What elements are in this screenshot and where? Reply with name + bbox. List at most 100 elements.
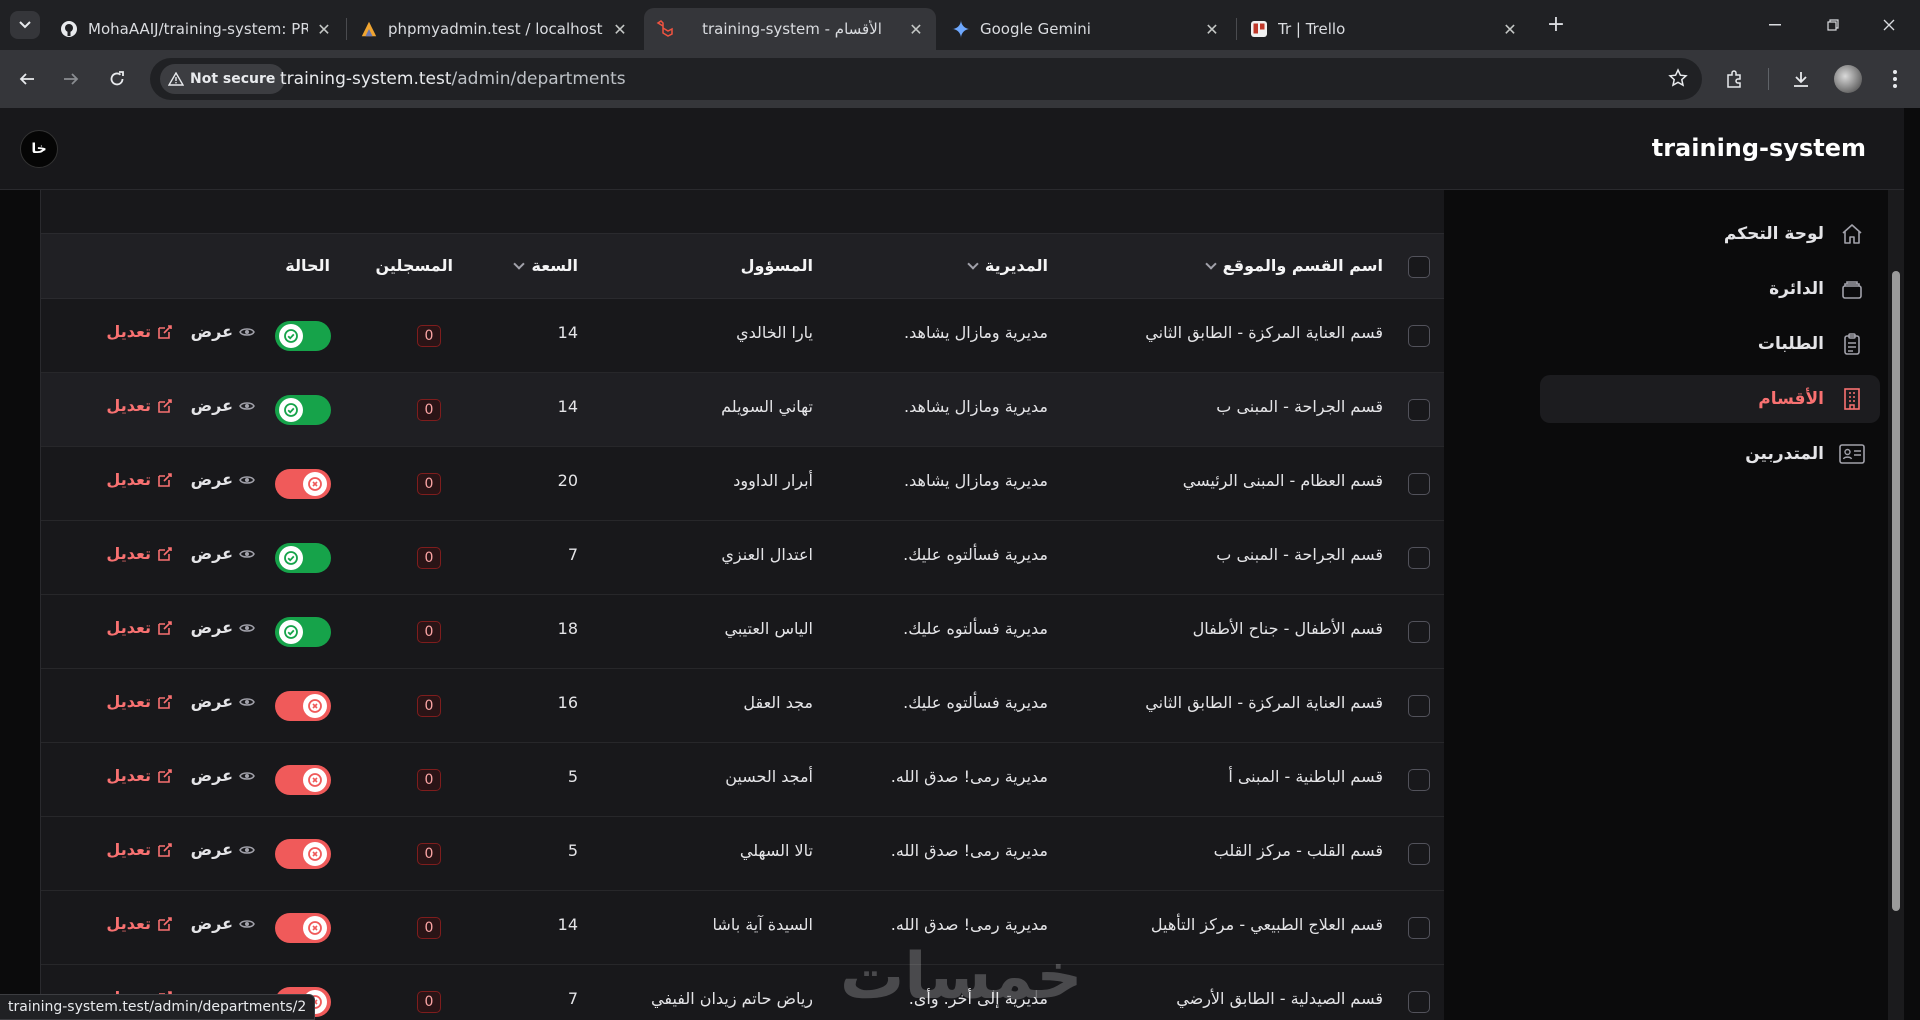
- view-label: عرض: [190, 544, 233, 563]
- view-label: عرض: [190, 914, 233, 933]
- browser-tab[interactable]: MohaAAIJ/training-system: PRO ✕: [48, 8, 344, 50]
- table-row[interactable]: قسم الباطنية - المبنى أ مديرية رمى! صدق …: [41, 743, 1461, 817]
- view-action[interactable]: عرض: [191, 322, 255, 341]
- edit-action[interactable]: تعديل: [106, 766, 173, 785]
- view-action[interactable]: عرض: [191, 914, 255, 933]
- select-all-checkbox[interactable]: [1408, 256, 1430, 278]
- cell-capacity: 14: [557, 915, 578, 934]
- back-button[interactable]: [12, 64, 42, 94]
- forward-button[interactable]: [56, 64, 86, 94]
- view-action[interactable]: عرض: [191, 470, 255, 489]
- status-toggle[interactable]: [275, 321, 331, 351]
- table-row[interactable]: قسم القلب - مركز القلب مديرية رمى! صدق ا…: [41, 817, 1461, 891]
- row-checkbox[interactable]: [1408, 769, 1430, 791]
- cell-capacity: 5: [567, 841, 578, 860]
- edit-action[interactable]: تعديل: [106, 840, 173, 859]
- table-row[interactable]: قسم الجراحة - المبنى ب مديرية ومازال يشا…: [41, 373, 1461, 447]
- sidebar-item-label: الأقسام: [1758, 389, 1824, 409]
- view-action[interactable]: عرض: [191, 692, 255, 711]
- status-toggle[interactable]: [275, 617, 331, 647]
- column-header-capacity[interactable]: السعة: [513, 256, 578, 275]
- app-brand[interactable]: training-system: [1652, 134, 1866, 162]
- status-toggle[interactable]: [275, 395, 331, 425]
- row-checkbox[interactable]: [1408, 547, 1430, 569]
- cell-capacity: 7: [567, 545, 578, 564]
- edit-action[interactable]: تعديل: [106, 544, 173, 563]
- status-toggle[interactable]: [275, 913, 331, 943]
- row-checkbox[interactable]: [1408, 473, 1430, 495]
- x-icon: [303, 472, 327, 496]
- column-header-directorate[interactable]: المديرية: [967, 256, 1048, 275]
- status-toggle[interactable]: [275, 543, 331, 573]
- kebab-menu-icon[interactable]: [1880, 64, 1910, 94]
- table-row[interactable]: قسم الأطفال - جناح الأطفال مديرية فسألتو…: [41, 595, 1461, 669]
- user-avatar[interactable]: خا: [20, 130, 58, 168]
- phpmyadmin-icon: [360, 20, 378, 38]
- edit-action[interactable]: تعديل: [106, 692, 173, 711]
- sidebar-item-trainees[interactable]: المتدربين: [1540, 430, 1880, 478]
- sidebar-item-departments[interactable]: الأقسام: [1540, 375, 1880, 423]
- table-row[interactable]: قسم العناية المركزة - الطابق الثاني مدير…: [41, 669, 1461, 743]
- row-checkbox[interactable]: [1408, 917, 1430, 939]
- column-header-name[interactable]: اسم القسم والموقع: [1204, 256, 1383, 275]
- view-action[interactable]: عرض: [191, 840, 255, 859]
- edit-label: تعديل: [106, 470, 151, 489]
- view-action[interactable]: عرض: [191, 766, 255, 785]
- edit-action[interactable]: تعديل: [106, 914, 173, 933]
- edit-icon: [158, 398, 172, 413]
- edit-action[interactable]: تعديل: [106, 396, 173, 415]
- row-checkbox[interactable]: [1408, 621, 1430, 643]
- row-checkbox[interactable]: [1408, 325, 1430, 347]
- row-checkbox[interactable]: [1408, 399, 1430, 421]
- row-checkbox[interactable]: [1408, 843, 1430, 865]
- sidebar-item-dashboard[interactable]: لوحة التحكم: [1540, 210, 1880, 258]
- url-text[interactable]: training-system.test/admin/departments: [280, 69, 626, 89]
- browser-tab[interactable]: phpmyadmin.test / localhost / t ✕: [348, 8, 640, 50]
- sidebar-item-requests[interactable]: الطلبات: [1540, 320, 1880, 368]
- close-icon[interactable]: ✕: [612, 20, 628, 39]
- status-toggle[interactable]: [275, 691, 331, 721]
- view-action[interactable]: عرض: [191, 618, 255, 637]
- extensions-icon[interactable]: [1720, 64, 1750, 94]
- table-row[interactable]: قسم الجراحة - المبنى ب مديرية فسألتوه عل…: [41, 521, 1461, 595]
- browser-tab[interactable]: Tr | Trello ✕: [1238, 8, 1530, 50]
- profile-avatar[interactable]: [1834, 65, 1862, 93]
- row-checkbox[interactable]: [1408, 695, 1430, 717]
- registered-count-badge: 0: [417, 695, 441, 717]
- page-scrollbar[interactable]: [1888, 108, 1904, 1020]
- edit-action[interactable]: تعديل: [106, 322, 173, 341]
- sidebar-item-directorate[interactable]: الدائرة: [1540, 265, 1880, 313]
- close-icon[interactable]: ✕: [908, 20, 924, 39]
- address-bar[interactable]: Not secure training-system.test/admin/de…: [150, 58, 1702, 100]
- tab-search-button[interactable]: [10, 11, 40, 39]
- edit-action[interactable]: تعديل: [106, 618, 173, 637]
- chevron-down-icon: [19, 21, 31, 29]
- browser-tab-active[interactable]: training-system - الأقسام ✕: [644, 8, 936, 50]
- table-row[interactable]: قسم العظام - المبنى الرئيسي مديرية ومازا…: [41, 447, 1461, 521]
- minimize-button[interactable]: [1752, 10, 1798, 40]
- close-icon[interactable]: ✕: [316, 20, 332, 39]
- close-icon[interactable]: ✕: [1204, 20, 1220, 39]
- restore-button[interactable]: [1810, 10, 1856, 40]
- new-tab-button[interactable]: +: [1542, 12, 1570, 40]
- security-chip[interactable]: Not secure: [160, 64, 286, 94]
- row-checkbox[interactable]: [1408, 991, 1430, 1013]
- reload-button[interactable]: [102, 64, 132, 94]
- status-toggle[interactable]: [275, 765, 331, 795]
- eye-icon: [239, 845, 255, 854]
- scroll-thumb[interactable]: [1892, 271, 1900, 911]
- view-action[interactable]: عرض: [191, 544, 255, 563]
- eye-icon: [239, 771, 255, 780]
- edit-action[interactable]: تعديل: [106, 470, 173, 489]
- download-icon[interactable]: [1786, 64, 1816, 94]
- cell-directorate: مديرية ومازال يشاهد.: [904, 397, 1048, 416]
- bookmark-star-icon[interactable]: [1668, 68, 1688, 92]
- status-toggle[interactable]: [275, 469, 331, 499]
- close-icon[interactable]: ✕: [1502, 20, 1518, 39]
- view-action[interactable]: عرض: [191, 396, 255, 415]
- table-row[interactable]: قسم العناية المركزة - الطابق الثاني مدير…: [41, 299, 1461, 373]
- status-toggle[interactable]: [275, 839, 331, 869]
- table-row[interactable]: قسم العلاج الطبيعي - مركز التأهيل مديرية…: [41, 891, 1461, 965]
- browser-tab[interactable]: Google Gemini ✕: [940, 8, 1232, 50]
- close-window-button[interactable]: [1866, 10, 1912, 40]
